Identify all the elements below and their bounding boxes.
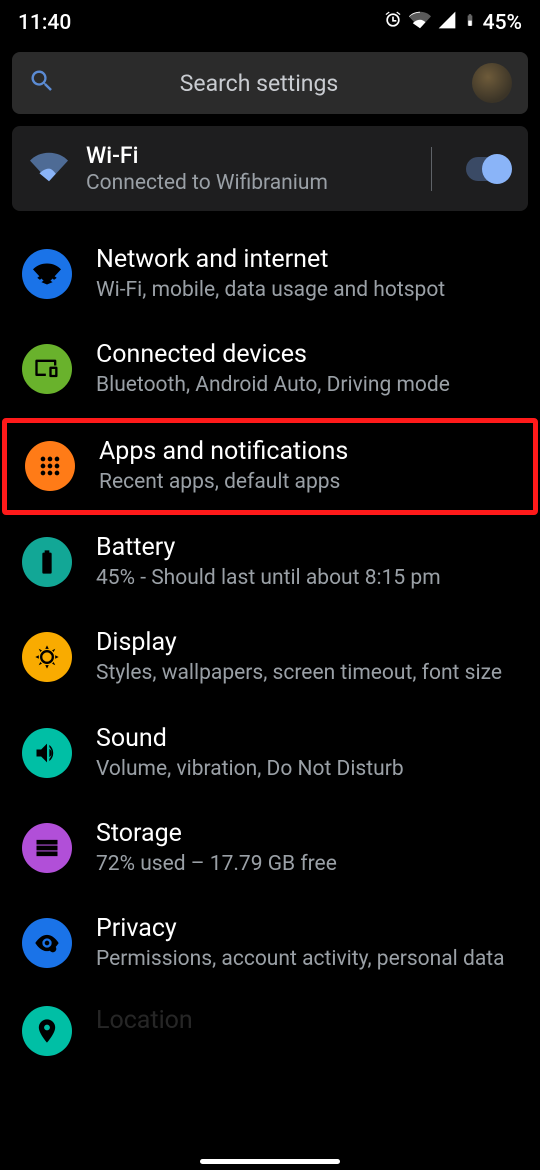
search-icon [28,67,56,99]
signal-icon [437,10,457,36]
item-subtitle: Bluetooth, Android Auto, Driving mode [96,371,518,399]
item-title: Storage [96,819,518,848]
divider [431,147,432,191]
item-title: Privacy [96,914,518,943]
display-icon [22,632,72,682]
settings-item-battery[interactable]: Battery 45% - Should last until about 8:… [0,515,540,610]
item-subtitle: Volume, vibration, Do Not Disturb [96,755,518,783]
wifi-title: Wi-Fi [86,142,405,169]
wifi-icon [30,152,68,186]
apps-icon [25,441,75,491]
item-subtitle: 72% used – 17.79 GB free [96,850,518,878]
item-title: Connected devices [96,340,518,369]
battery-percent: 45% [483,11,522,35]
battery-icon [22,537,72,587]
search-placeholder: Search settings [72,70,456,97]
settings-item-privacy[interactable]: Privacy Permissions, account activity, p… [0,896,540,991]
wifi-quick-card[interactable]: Wi-Fi Connected to Wifibranium [12,126,528,211]
settings-item-storage[interactable]: Storage 72% used – 17.79 GB free [0,801,540,896]
item-title: Display [96,628,518,657]
nav-bar[interactable] [0,1159,540,1164]
wifi-status-icon [409,9,431,37]
item-title: Apps and notifications [99,437,515,466]
settings-item-network[interactable]: Network and internet Wi-Fi, mobile, data… [0,227,540,322]
storage-icon [22,823,72,873]
item-subtitle: Recent apps, default apps [99,468,515,496]
profile-avatar[interactable] [472,63,512,103]
item-title: Battery [96,533,518,562]
status-bar: 11:40 45% [0,0,540,42]
wifi-texts: Wi-Fi Connected to Wifibranium [86,142,405,195]
status-icons: 45% [383,9,522,37]
item-title: Location [96,1006,518,1035]
status-time: 11:40 [18,11,71,35]
settings-item-connected-devices[interactable]: Connected devices Bluetooth, Android Aut… [0,322,540,417]
alarm-icon [383,10,403,36]
battery-icon [463,9,477,37]
devices-icon [22,344,72,394]
item-subtitle: 45% - Should last until about 8:15 pm [96,564,518,592]
item-subtitle: Permissions, account activity, personal … [96,945,518,973]
settings-item-apps[interactable]: Apps and notifications Recent apps, defa… [2,418,538,515]
item-title: Sound [96,724,518,753]
settings-item-location[interactable]: Location [0,992,540,1056]
settings-item-sound[interactable]: Sound Volume, vibration, Do Not Disturb [0,706,540,801]
privacy-icon [22,918,72,968]
location-icon [22,1006,72,1056]
settings-list: Network and internet Wi-Fi, mobile, data… [0,227,540,1056]
nav-pill[interactable] [200,1159,340,1164]
settings-item-display[interactable]: Display Styles, wallpapers, screen timeo… [0,610,540,705]
wifi-icon [22,249,72,299]
item-subtitle: Wi-Fi, mobile, data usage and hotspot [96,276,518,304]
wifi-subtitle: Connected to Wifibranium [86,171,405,195]
search-settings[interactable]: Search settings [12,52,528,114]
wifi-toggle[interactable] [466,157,510,181]
sound-icon [22,728,72,778]
item-title: Network and internet [96,245,518,274]
item-subtitle: Styles, wallpapers, screen timeout, font… [96,659,518,687]
